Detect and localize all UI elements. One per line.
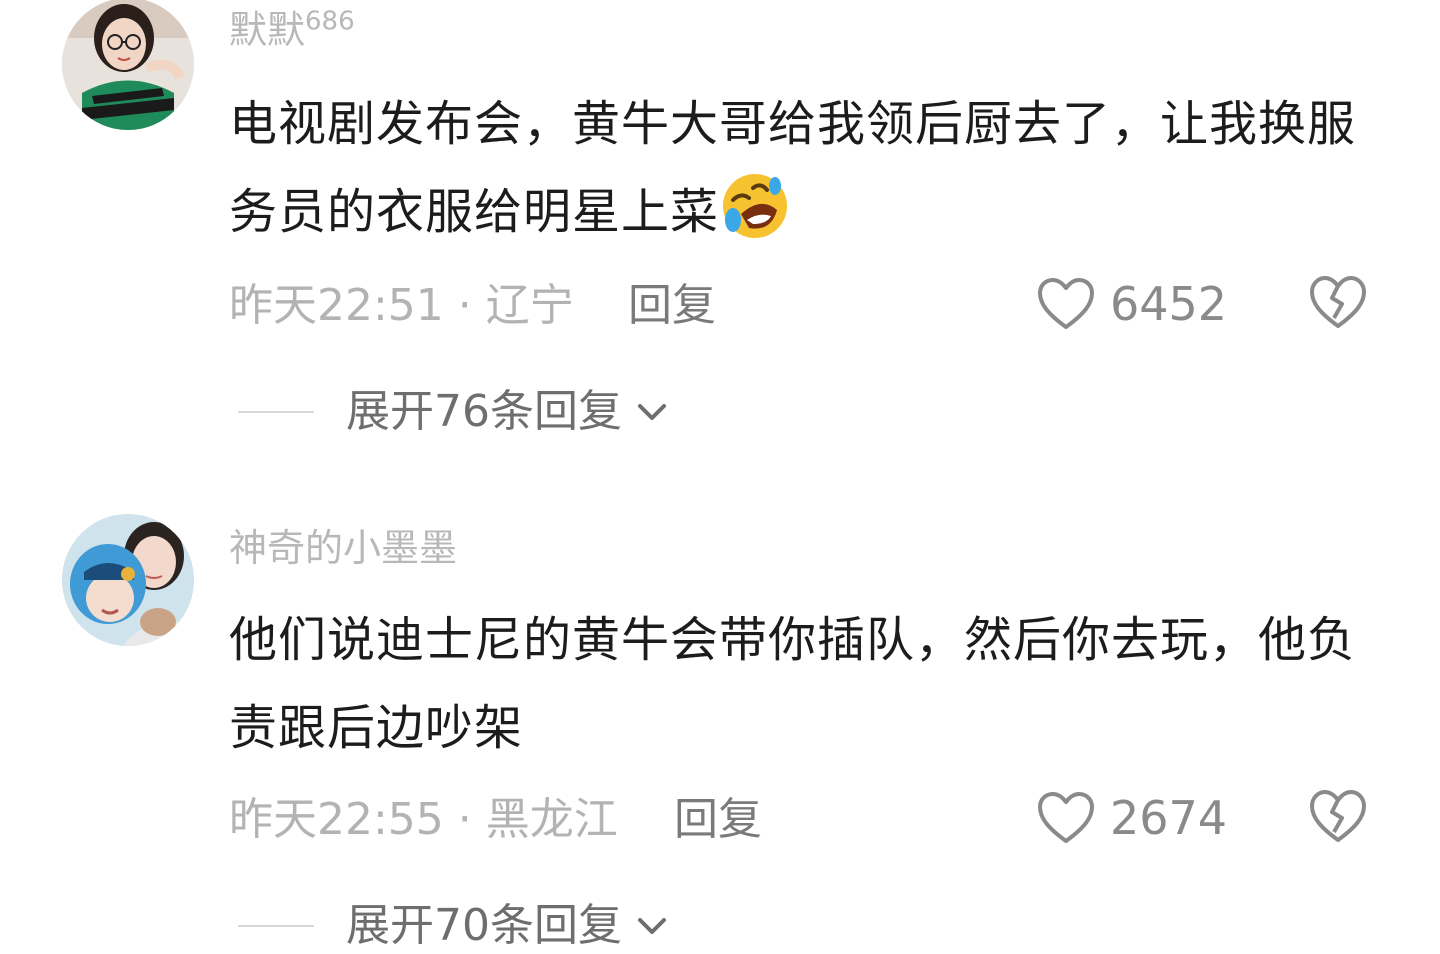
- avatar[interactable]: [62, 514, 194, 646]
- broken-heart-icon[interactable]: [1306, 272, 1370, 332]
- like-button[interactable]: 6452: [1036, 274, 1227, 334]
- chevron-down-icon: [638, 918, 666, 934]
- expand-replies-button[interactable]: 展开70条回复: [238, 898, 672, 954]
- heart-icon: [1038, 278, 1094, 329]
- comment-body: 电视剧发布会，黄牛大哥给我领后厨去了，让我换服务员的衣服给明星上菜: [229, 96, 1357, 240]
- like-button[interactable]: 2674: [1036, 788, 1227, 848]
- chevron-down-icon: [638, 404, 666, 420]
- username[interactable]: 神奇的小墨墨: [229, 526, 457, 570]
- reply-button[interactable]: 回复: [628, 280, 716, 332]
- reply-button[interactable]: 回复: [674, 794, 762, 846]
- heart-icon: [1038, 792, 1094, 843]
- comment-location: 辽宁: [485, 280, 574, 331]
- comment-body: 他们说迪士尼的黄牛会带你插队，然后你去玩，他负责跟后边吵架: [229, 612, 1357, 756]
- avatar[interactable]: [62, 0, 194, 130]
- expand-divider: [238, 411, 314, 413]
- comment-meta: 昨天22:55 · 黑龙江: [229, 794, 618, 846]
- comment-meta: 昨天22:51 · 辽宁: [229, 280, 574, 332]
- comment-location: 黑龙江: [485, 794, 618, 845]
- like-count: 2674: [1110, 791, 1228, 845]
- like-count: 6452: [1110, 277, 1228, 331]
- username-text: 神奇的小墨墨: [229, 526, 458, 570]
- comment-list: 默默686 电视剧发布会，黄牛大哥给我领后厨去了，让我换服务员的衣服给明星上菜 …: [0, 0, 1440, 954]
- meta-separator: ·: [443, 280, 486, 331]
- username-text: 默默: [229, 8, 306, 52]
- expand-divider: [238, 925, 314, 927]
- expand-replies-label: 展开70条回复: [346, 900, 622, 951]
- comment-text: 他们说迪士尼的黄牛会带你插队，然后你去玩，他负责跟后边吵架: [229, 596, 1359, 772]
- meta-separator: ·: [443, 794, 486, 845]
- expand-replies-button[interactable]: 展开76条回复: [238, 384, 672, 440]
- expand-replies-label: 展开76条回复: [346, 386, 622, 437]
- user-avatar-icon: [62, 0, 194, 130]
- username[interactable]: 默默686: [229, 8, 355, 52]
- comment-time: 昨天22:51: [229, 280, 444, 331]
- broken-heart-icon[interactable]: [1306, 786, 1370, 846]
- rolling-on-floor-laughing-emoji-icon: [723, 174, 788, 238]
- user-avatar-icon: [62, 514, 194, 646]
- comment-time: 昨天22:55: [229, 794, 444, 845]
- username-suffix: 686: [305, 6, 355, 37]
- comment-text: 电视剧发布会，黄牛大哥给我领后厨去了，让我换服务员的衣服给明星上菜: [229, 80, 1359, 256]
